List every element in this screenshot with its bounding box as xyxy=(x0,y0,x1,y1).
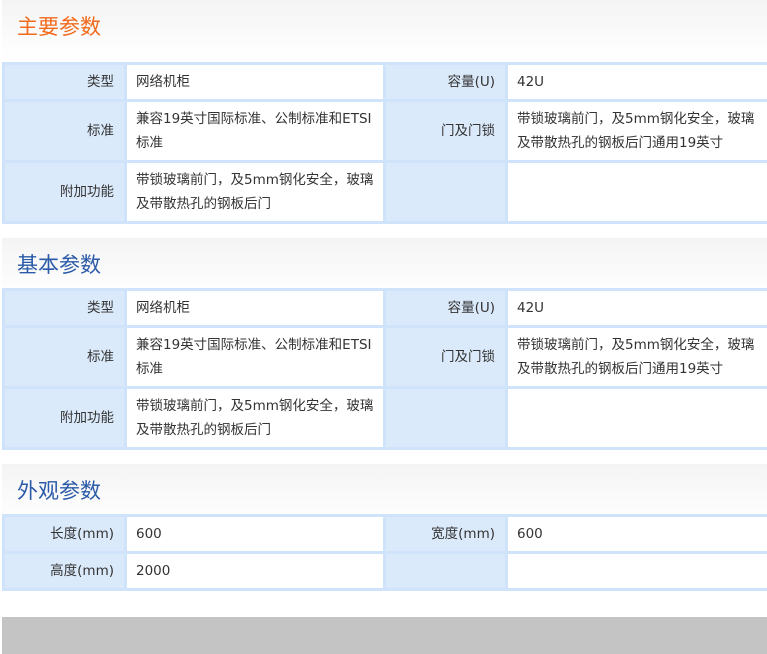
label-capacity: 容量(U) xyxy=(383,288,508,328)
value-capacity: 42U xyxy=(505,62,767,102)
value-height: 2000 xyxy=(124,551,386,591)
value-standard: 兼容19英寸国际标准、公制标准和ETSI标准 xyxy=(124,325,386,389)
label-capacity: 容量(U) xyxy=(383,62,508,102)
table-row: 标准 兼容19英寸国际标准、公制标准和ETSI标准 门及门锁 带锁玻璃前门，及5… xyxy=(2,99,767,163)
table-row: 标准 兼容19英寸国际标准、公制标准和ETSI标准 门及门锁 带锁玻璃前门，及5… xyxy=(2,325,767,389)
value-capacity: 42U xyxy=(505,288,767,328)
table-row: 长度(mm) 600 宽度(mm) 600 xyxy=(2,514,767,554)
label-type: 类型 xyxy=(2,288,127,328)
label-door-lock: 门及门锁 xyxy=(383,99,508,163)
label-height: 高度(mm) xyxy=(2,551,127,591)
label-type: 类型 xyxy=(2,62,127,102)
empty-label-cell xyxy=(383,160,508,224)
value-extra-features: 带锁玻璃前门，及5mm钢化安全，玻璃及带散热孔的钢板后门 xyxy=(124,160,386,224)
empty-label-cell xyxy=(383,551,508,591)
appearance-params-table: 长度(mm) 600 宽度(mm) 600 高度(mm) 2000 xyxy=(2,514,767,591)
value-extra-features: 带锁玻璃前门，及5mm钢化安全，玻璃及带散热孔的钢板后门 xyxy=(124,386,386,450)
label-standard: 标准 xyxy=(2,99,127,163)
section-title-main-params: 主要参数 xyxy=(2,0,767,58)
table-row: 附加功能 带锁玻璃前门，及5mm钢化安全，玻璃及带散热孔的钢板后门 xyxy=(2,386,767,450)
value-length: 600 xyxy=(124,514,386,554)
empty-label-cell xyxy=(383,386,508,450)
table-row: 附加功能 带锁玻璃前门，及5mm钢化安全，玻璃及带散热孔的钢板后门 xyxy=(2,160,767,224)
label-standard: 标准 xyxy=(2,325,127,389)
value-standard: 兼容19英寸国际标准、公制标准和ETSI标准 xyxy=(124,99,386,163)
main-params-table: 类型 网络机柜 容量(U) 42U 标准 兼容19英寸国际标准、公制标准和ETS… xyxy=(2,62,767,224)
empty-value-cell xyxy=(505,551,767,591)
label-door-lock: 门及门锁 xyxy=(383,325,508,389)
table-row: 类型 网络机柜 容量(U) 42U xyxy=(2,288,767,328)
value-door-lock: 带锁玻璃前门，及5mm钢化安全，玻璃及带散热孔的钢板后门通用19英寸 xyxy=(505,325,767,389)
label-length: 长度(mm) xyxy=(2,514,127,554)
value-type: 网络机柜 xyxy=(124,62,386,102)
label-width: 宽度(mm) xyxy=(383,514,508,554)
label-extra-features: 附加功能 xyxy=(2,160,127,224)
label-extra-features: 附加功能 xyxy=(2,386,127,450)
value-type: 网络机柜 xyxy=(124,288,386,328)
bottom-bar xyxy=(2,617,767,654)
table-row: 高度(mm) 2000 xyxy=(2,551,767,591)
spec-page: 主要参数 类型 网络机柜 容量(U) 42U 标准 兼容19英寸国际标准、公制标… xyxy=(0,0,767,654)
value-door-lock: 带锁玻璃前门，及5mm钢化安全，玻璃及带散热孔的钢板后门通用19英寸 xyxy=(505,99,767,163)
value-width: 600 xyxy=(505,514,767,554)
empty-value-cell xyxy=(505,386,767,450)
table-row: 类型 网络机柜 容量(U) 42U xyxy=(2,62,767,102)
empty-value-cell xyxy=(505,160,767,224)
basic-params-table: 类型 网络机柜 容量(U) 42U 标准 兼容19英寸国际标准、公制标准和ETS… xyxy=(2,288,767,450)
